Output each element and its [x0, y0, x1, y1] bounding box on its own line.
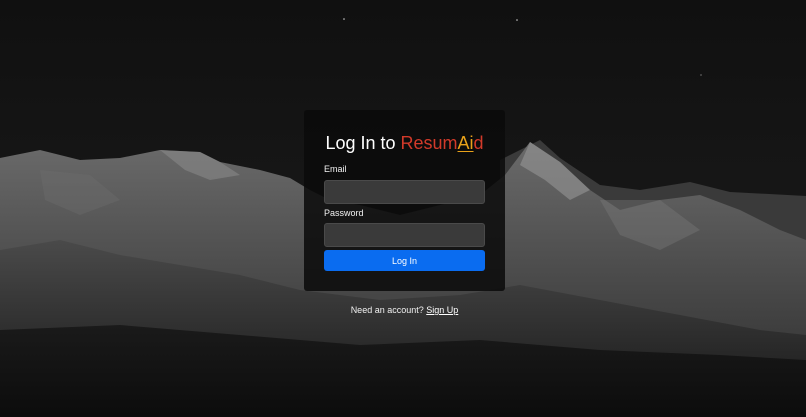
login-button[interactable]: Log In [324, 250, 485, 271]
brand-part2: Ai [457, 133, 474, 153]
signup-row: Need an account? Sign Up [304, 304, 505, 316]
password-label: Password [324, 208, 364, 218]
brand-part1: Resum [400, 133, 458, 153]
brand-part3: d [473, 133, 484, 153]
signup-link[interactable]: Sign Up [426, 305, 458, 315]
email-label: Email [324, 164, 347, 174]
login-title: Log In to ResumAid [304, 132, 505, 154]
login-card: Log In to ResumAid Email Password Log In [304, 110, 505, 291]
email-field[interactable] [324, 180, 485, 204]
signup-prompt: Need an account? [350, 305, 424, 315]
title-prefix: Log In to [325, 133, 401, 153]
password-field[interactable] [324, 223, 485, 247]
brand-name: ResumAid [401, 133, 484, 153]
